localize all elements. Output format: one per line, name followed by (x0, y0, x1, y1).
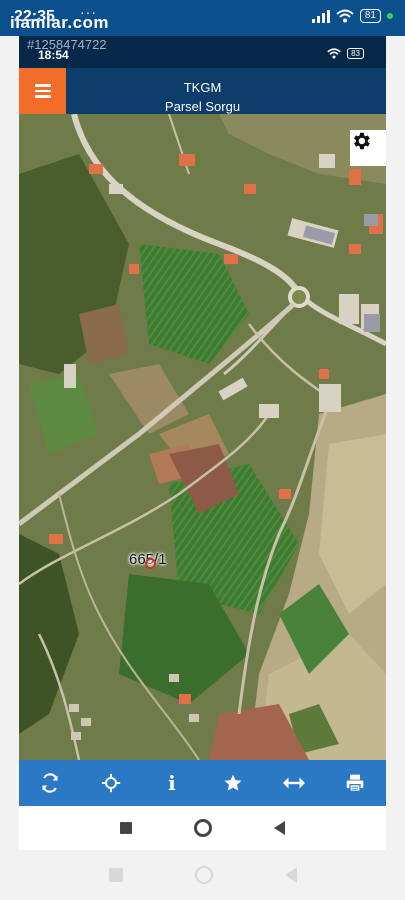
battery-icon: 83 (347, 48, 364, 59)
bottom-toolbar: i (19, 760, 386, 806)
refresh-button[interactable] (30, 763, 70, 803)
satellite-map[interactable]: 665/1 (19, 114, 386, 760)
print-button[interactable] (335, 763, 375, 803)
wifi-icon (327, 48, 341, 59)
inner-status-icons: 83 (327, 48, 364, 59)
dot-icon (387, 13, 393, 19)
home-icon[interactable] (194, 866, 213, 884)
app-screen: #1258474722 18:54 83 TKGM Parsel Sorgu 6… (19, 36, 386, 850)
recent-apps-icon[interactable] (108, 868, 123, 882)
home-icon[interactable] (194, 819, 212, 837)
watermark-logo: ilamlar.com (10, 13, 110, 32)
info-button[interactable]: i (152, 763, 192, 803)
measure-button[interactable] (274, 763, 314, 803)
status-icons: 81 (311, 9, 393, 23)
back-icon[interactable] (274, 821, 285, 835)
app-subtitle: Parsel Sorgu (164, 99, 241, 114)
wifi-icon (336, 9, 354, 23)
inner-navigation-bar (19, 806, 386, 850)
status-bar: 22:35 ··· ilamlar.com 81 (0, 0, 405, 36)
locate-button[interactable] (91, 763, 131, 803)
crosshair-icon (101, 773, 120, 793)
inner-status-time: 18:54 (38, 48, 69, 62)
refresh-icon (41, 773, 58, 793)
parcel-marker[interactable] (145, 558, 156, 569)
info-icon: i (168, 771, 176, 795)
back-icon[interactable] (284, 867, 297, 883)
app-header: TKGM Parsel Sorgu (19, 68, 386, 114)
signal-icon (311, 9, 330, 23)
map-imagery (19, 114, 386, 760)
navigation-bar (0, 850, 405, 900)
battery-icon: 81 (359, 9, 381, 23)
printer-icon (347, 774, 364, 792)
inner-status-bar: #1258474722 18:54 83 (19, 36, 386, 68)
app-title: TKGM (183, 80, 222, 95)
arrows-horizontal-icon (283, 777, 306, 789)
settings-button[interactable] (350, 130, 386, 166)
gear-icon (354, 132, 370, 150)
favorite-button[interactable] (213, 763, 253, 803)
recent-apps-icon[interactable] (120, 822, 132, 834)
star-icon (224, 774, 242, 791)
